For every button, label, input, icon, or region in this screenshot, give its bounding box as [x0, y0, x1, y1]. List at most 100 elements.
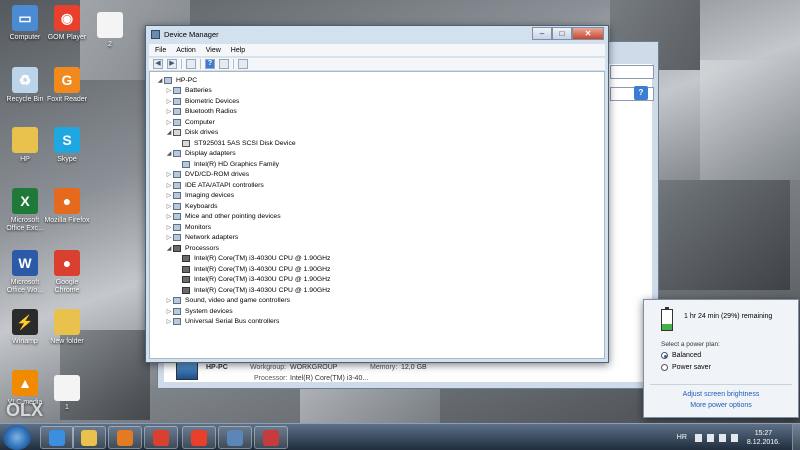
desktop-icon[interactable]: ● Mozilla Firefox: [44, 188, 90, 225]
desktop-icon[interactable]: ◉ GOM Player: [44, 5, 90, 42]
collapsed-arrow-icon[interactable]: ▷: [165, 308, 173, 315]
menu-action[interactable]: Action: [176, 47, 195, 54]
maximize-button[interactable]: □: [552, 27, 572, 40]
desktop-icon[interactable]: ● Google Chrome: [44, 250, 90, 295]
tree-node[interactable]: ▷ Batteries: [150, 86, 604, 97]
device-manager-window[interactable]: Device Manager – □ ✕ File Action View He…: [145, 25, 609, 363]
taskbar-button[interactable]: [218, 426, 252, 449]
collapsed-arrow-icon[interactable]: ▷: [165, 192, 173, 199]
tree-node[interactable]: Intel(R) Core(TM) i3-4030U CPU @ 1.90GHz: [150, 275, 604, 286]
scan-hardware-icon[interactable]: [238, 59, 248, 69]
expanded-arrow-icon[interactable]: ◢: [165, 129, 173, 136]
desktop-icon[interactable]: ♻ Recycle Bin: [2, 67, 48, 104]
tree-node[interactable]: ▷ Mice and other pointing devices: [150, 212, 604, 223]
device-tree[interactable]: ◢ HP-PC ▷ Batteries ▷ Biometric Devices ▷ Bluet…: [149, 71, 605, 359]
radio-button[interactable]: [661, 352, 668, 359]
desktop-icon[interactable]: New folder: [44, 309, 90, 346]
network-icon[interactable]: [718, 433, 726, 442]
plan-option-power-saver[interactable]: Power saver: [661, 364, 711, 371]
keyboard-icon: [173, 202, 181, 210]
tree-node-label: Intel(R) HD Graphics Family: [194, 160, 279, 168]
desktop-icon[interactable]: HP: [2, 127, 48, 164]
desktop-icon[interactable]: ▭ Computer: [2, 5, 48, 42]
title-bar[interactable]: Device Manager – □ ✕: [146, 26, 608, 43]
show-desktop-button[interactable]: [792, 424, 800, 450]
tree-node[interactable]: ▷ Computer: [150, 117, 604, 128]
taskbar-button[interactable]: [108, 426, 142, 449]
volume-icon[interactable]: [730, 433, 738, 442]
desktop-icon[interactable]: G Foxit Reader: [44, 67, 90, 104]
plan-option-balanced[interactable]: Balanced: [661, 352, 701, 359]
collapsed-arrow-icon[interactable]: ▷: [165, 297, 173, 304]
collapsed-arrow-icon[interactable]: ▷: [165, 108, 173, 115]
tree-node[interactable]: ◢ Display adapters: [150, 149, 604, 160]
device-manager-icon: [227, 429, 243, 446]
show-hidden-icons-icon[interactable]: [694, 433, 702, 442]
taskbar-button[interactable]: [72, 426, 106, 449]
tree-node[interactable]: ▷ Monitors: [150, 222, 604, 233]
desktop-icon[interactable]: 2: [87, 12, 133, 49]
tree-node[interactable]: ◢ Processors: [150, 243, 604, 254]
help-button[interactable]: ?: [634, 86, 648, 100]
desktop-icon-label: Google Chrome: [54, 279, 80, 294]
collapsed-arrow-icon[interactable]: ▷: [165, 98, 173, 105]
collapsed-arrow-icon[interactable]: ▷: [165, 87, 173, 94]
tree-node[interactable]: ▷ Keyboards: [150, 201, 604, 212]
desktop-icon[interactable]: W Microsoft Office Wo...: [2, 250, 48, 295]
expanded-arrow-icon[interactable]: ◢: [165, 150, 173, 157]
collapsed-arrow-icon[interactable]: ▷: [165, 213, 173, 220]
more-power-options-link[interactable]: More power options: [644, 402, 798, 409]
tree-node[interactable]: Intel(R) Core(TM) i3-4030U CPU @ 1.90GHz: [150, 264, 604, 275]
close-button[interactable]: ✕: [572, 27, 604, 40]
expanded-arrow-icon[interactable]: ◢: [165, 245, 173, 252]
tree-node[interactable]: ▷ System devices: [150, 306, 604, 317]
language-indicator[interactable]: HR: [677, 434, 687, 441]
help-icon[interactable]: ?: [205, 59, 215, 69]
collapsed-arrow-icon[interactable]: ▷: [165, 318, 173, 325]
desktop-icon[interactable]: S Skype: [44, 127, 90, 164]
properties-icon[interactable]: [219, 59, 229, 69]
adjust-brightness-link[interactable]: Adjust screen brightness: [644, 391, 798, 398]
tree-node[interactable]: ST925031 5AS SCSI Disk Device: [150, 138, 604, 149]
show-hide-tree-icon[interactable]: [186, 59, 196, 69]
collapsed-arrow-icon[interactable]: ▷: [165, 224, 173, 231]
tree-node[interactable]: ◢ Disk drives: [150, 128, 604, 139]
menu-file[interactable]: File: [155, 47, 166, 54]
collapsed-arrow-icon[interactable]: ▷: [165, 182, 173, 189]
minimize-button[interactable]: –: [532, 27, 552, 40]
tree-node[interactable]: ▷ Network adapters: [150, 233, 604, 244]
tree-node[interactable]: Intel(R) HD Graphics Family: [150, 159, 604, 170]
desktop-icon[interactable]: 1: [44, 375, 90, 412]
address-bar[interactable]: [610, 65, 654, 79]
collapsed-arrow-icon[interactable]: ▷: [165, 203, 173, 210]
radio-button[interactable]: [661, 364, 668, 371]
taskbar-button[interactable]: [254, 426, 288, 449]
battery-tray-icon[interactable]: [706, 433, 714, 442]
expanded-arrow-icon[interactable]: ◢: [156, 77, 164, 84]
tree-node[interactable]: ▷ Imaging devices: [150, 191, 604, 202]
desktop-icon[interactable]: ⚡ Winamp: [2, 309, 48, 346]
tree-node[interactable]: ▷ Bluetooth Radios: [150, 107, 604, 118]
tree-node[interactable]: ▷ IDE ATA/ATAPI controllers: [150, 180, 604, 191]
collapsed-arrow-icon[interactable]: ▷: [165, 171, 173, 178]
tree-node[interactable]: Intel(R) Core(TM) i3-4030U CPU @ 1.90GHz: [150, 285, 604, 296]
forward-icon[interactable]: ▶: [167, 59, 177, 69]
tree-node[interactable]: Intel(R) Core(TM) i3-4030U CPU @ 1.90GHz: [150, 254, 604, 265]
menu-view[interactable]: View: [206, 47, 221, 54]
start-button[interactable]: [3, 425, 31, 450]
tree-node[interactable]: ▷ Biometric Devices: [150, 96, 604, 107]
taskbar-button[interactable]: [144, 426, 178, 449]
tree-node[interactable]: ▷ DVD/CD-ROM drives: [150, 170, 604, 181]
desktop-icon[interactable]: X Microsoft Office Exc...: [2, 188, 48, 233]
clock[interactable]: 15:27 8.12.2016.: [747, 429, 780, 447]
menu-help[interactable]: Help: [231, 47, 245, 54]
tree-node[interactable]: ▷ Universal Serial Bus controllers: [150, 317, 604, 328]
collapsed-arrow-icon[interactable]: ▷: [165, 234, 173, 241]
tree-node-label: HP-PC: [176, 76, 198, 84]
tree-node[interactable]: ▷ Sound, video and game controllers: [150, 296, 604, 307]
collapsed-arrow-icon[interactable]: ▷: [165, 119, 173, 126]
taskbar-button[interactable]: [182, 426, 216, 449]
tree-node[interactable]: ◢ HP-PC: [150, 75, 604, 86]
taskbar-button[interactable]: [40, 426, 74, 449]
back-icon[interactable]: ◀: [153, 59, 163, 69]
